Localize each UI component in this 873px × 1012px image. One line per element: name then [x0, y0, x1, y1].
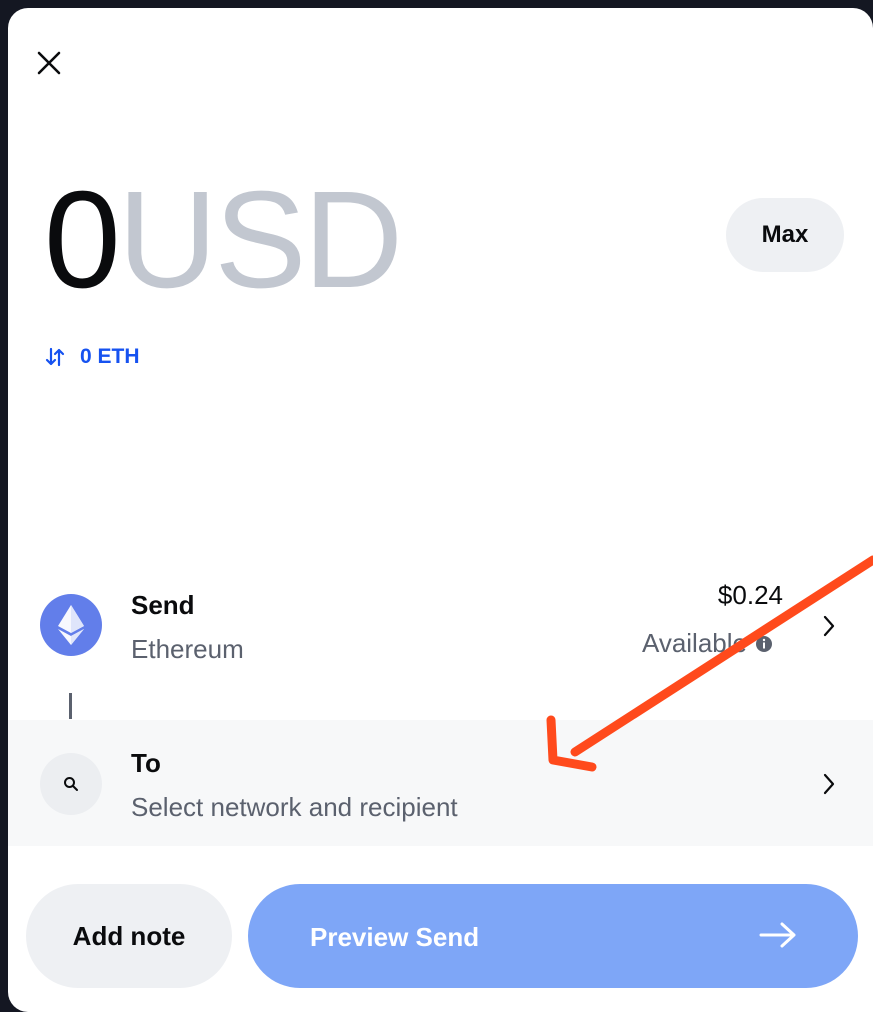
close-icon: [37, 51, 61, 75]
available-text: Available: [641, 628, 747, 658]
swap-arrows-icon: [44, 346, 66, 368]
currency-toggle[interactable]: 0 ETH: [44, 342, 140, 372]
search-icon: [40, 753, 102, 815]
arrow-right-icon: [758, 920, 798, 950]
send-balance: $0.24: [717, 580, 783, 610]
send-asset-row[interactable]: Send Ethereum $0.24 Available: [8, 570, 873, 682]
chevron-right-icon: [819, 612, 839, 640]
amount-currency: USD: [117, 163, 403, 317]
connector-line: [69, 693, 72, 719]
info-icon[interactable]: [755, 635, 773, 653]
send-sheet: 0 USD Max 0 ETH Send Ethereum $0.24 Avai…: [8, 8, 873, 1012]
ethereum-icon: [40, 594, 102, 656]
available-label: Available: [642, 628, 773, 659]
converted-amount: 0 ETH: [80, 345, 140, 368]
recipient-row[interactable]: To Select network and recipient: [8, 720, 873, 846]
send-asset-name: Ethereum: [131, 634, 244, 664]
preview-send-label: Preview Send: [310, 922, 480, 952]
max-button[interactable]: Max: [726, 198, 844, 272]
send-title: Send: [131, 590, 195, 620]
amount-display[interactable]: 0 USD: [44, 163, 403, 317]
preview-send-button[interactable]: Preview Send: [248, 884, 858, 988]
to-title: To: [131, 748, 161, 778]
close-button[interactable]: [32, 46, 66, 80]
amount-value: 0: [44, 163, 121, 317]
chevron-right-icon: [819, 770, 839, 798]
to-subtitle: Select network and recipient: [131, 792, 458, 822]
add-note-button[interactable]: Add note: [26, 884, 232, 988]
app-frame: 0 USD Max 0 ETH Send Ethereum $0.24 Avai…: [0, 0, 873, 1012]
